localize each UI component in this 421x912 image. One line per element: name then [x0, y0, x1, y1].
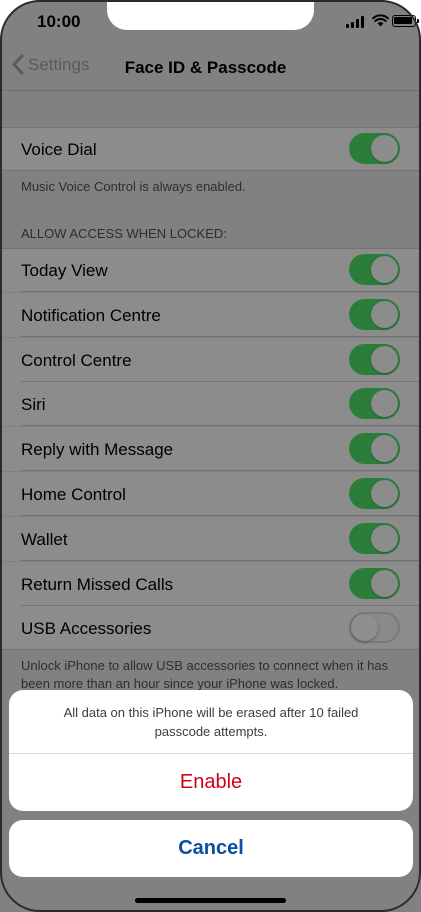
row-label: Siri [21, 395, 46, 414]
action-sheet-message: All data on this iPhone will be erased a… [63, 704, 359, 739]
row-label: Voice Dial [21, 140, 97, 159]
toggle-switch[interactable] [349, 388, 400, 419]
list-item[interactable]: Today View [0, 248, 421, 292]
toggle-switch[interactable] [349, 299, 400, 330]
voice-dial-footnote: Music Voice Control is always enabled. [21, 179, 246, 194]
wifi-icon [372, 14, 389, 27]
row-label: Notification Centre [21, 306, 161, 325]
action-sheet: All data on this iPhone will be erased a… [9, 690, 413, 811]
list-item[interactable]: Wallet [0, 517, 421, 561]
row-label: Control Centre [21, 351, 132, 370]
toggle-switch[interactable] [349, 612, 400, 643]
voice-dial-row[interactable]: Voice Dial [0, 127, 421, 171]
list-item[interactable]: Home Control [0, 472, 421, 516]
toggle-switch[interactable] [349, 433, 400, 464]
usb-footnote: Unlock iPhone to allow USB accessories t… [21, 658, 389, 691]
toggle-switch[interactable] [349, 523, 400, 554]
voice-dial-toggle[interactable] [349, 133, 400, 164]
cancel-button[interactable]: Cancel [9, 820, 413, 877]
status-bar: 10:00 [0, 0, 421, 46]
list-item[interactable]: Reply with Message [0, 427, 421, 471]
list-item[interactable]: Control Centre [0, 338, 421, 382]
toggle-switch[interactable] [349, 478, 400, 509]
row-label: Reply with Message [21, 440, 174, 459]
cellular-signal-icon [346, 16, 366, 28]
enable-button[interactable]: Enable [9, 754, 413, 811]
home-indicator[interactable] [135, 898, 286, 903]
toggle-switch[interactable] [349, 568, 400, 599]
navigation-bar: Settings Face ID & Passcode [0, 46, 421, 90]
list-item[interactable]: USB Accessories [0, 606, 421, 650]
battery-icon [392, 15, 419, 27]
list-item[interactable]: Return Missed Calls [0, 562, 421, 606]
row-label: Return Missed Calls [21, 575, 174, 594]
list-item[interactable]: Notification Centre [0, 293, 421, 337]
row-label: USB Accessories [21, 619, 152, 638]
row-label: Home Control [21, 485, 126, 504]
status-time: 10:00 [37, 12, 81, 31]
row-label: Today View [21, 261, 108, 280]
phone-screen: 10:00 Settings Face ID & Passcode Voice … [0, 0, 421, 912]
toggle-switch[interactable] [349, 254, 400, 285]
page-title: Face ID & Passcode [124, 58, 287, 77]
toggle-switch[interactable] [349, 344, 400, 375]
section-header: ALLOW ACCESS WHEN LOCKED: [21, 226, 227, 241]
list-item[interactable]: Siri [0, 382, 421, 426]
row-label: Wallet [21, 530, 68, 549]
divider [0, 90, 421, 91]
